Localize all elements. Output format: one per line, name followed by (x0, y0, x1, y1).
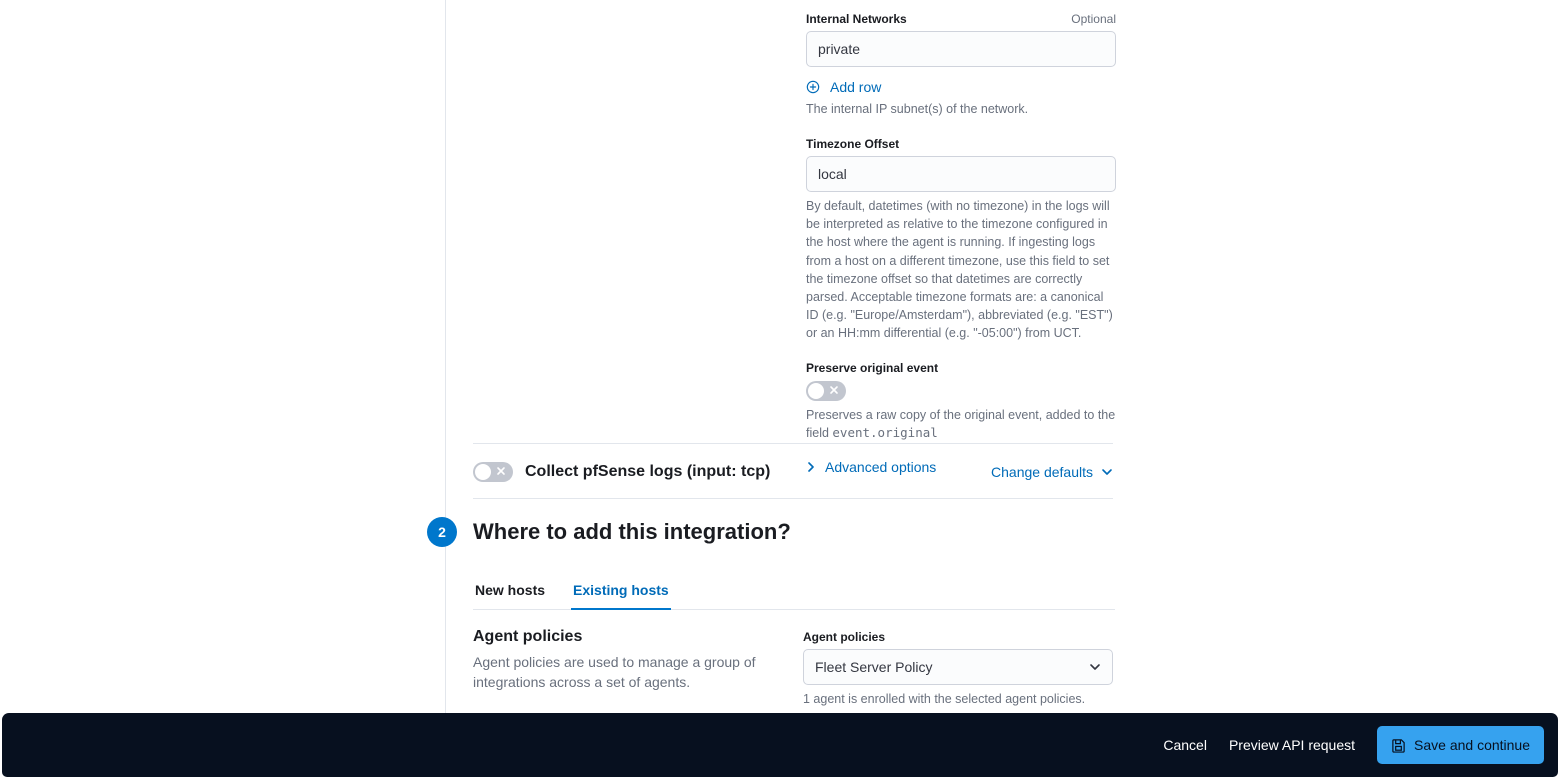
tcp-input-toggle[interactable] (473, 462, 513, 482)
preview-api-button[interactable]: Preview API request (1229, 737, 1355, 753)
preserve-event-label: Preserve original event (806, 361, 938, 375)
agent-policies-value: Fleet Server Policy (815, 659, 932, 675)
optional-tag: Optional (1071, 12, 1116, 26)
agent-policies-select[interactable]: Fleet Server Policy (803, 649, 1113, 685)
footer-bar: Cancel Preview API request Save and cont… (2, 713, 1558, 777)
internal-networks-help: The internal IP subnet(s) of the network… (806, 100, 1116, 118)
tab-new-hosts[interactable]: New hosts (473, 572, 547, 609)
plus-circle-icon (806, 80, 820, 94)
chevron-down-icon (1101, 466, 1113, 478)
preserve-event-help: Preserves a raw copy of the original eve… (806, 406, 1116, 442)
agent-policies-help: 1 agent is enrolled with the selected ag… (803, 690, 1113, 708)
chevron-down-icon (1089, 661, 1101, 673)
step-badge-2: 2 (427, 517, 457, 547)
tcp-input-label: Collect pfSense logs (input: tcp) (525, 463, 770, 481)
change-defaults-button[interactable]: Change defaults (991, 464, 1113, 480)
save-continue-button[interactable]: Save and continue (1377, 726, 1544, 764)
close-icon (828, 384, 840, 396)
agent-policies-heading: Agent policies (473, 628, 763, 646)
preserve-help-code: event.original (832, 425, 937, 440)
internal-networks-label: Internal Networks (806, 12, 907, 26)
add-row-label: Add row (830, 79, 881, 95)
change-defaults-label: Change defaults (991, 464, 1093, 480)
cancel-button[interactable]: Cancel (1163, 737, 1207, 753)
agent-policies-desc: Agent policies are used to manage a grou… (473, 652, 763, 693)
timezone-offset-help: By default, datetimes (with no timezone)… (806, 197, 1116, 342)
timezone-offset-label: Timezone Offset (806, 137, 899, 151)
tab-existing-hosts[interactable]: Existing hosts (571, 572, 671, 610)
save-continue-label: Save and continue (1414, 737, 1530, 753)
add-row-button[interactable]: Add row (806, 79, 1116, 95)
timezone-offset-input[interactable] (806, 156, 1116, 192)
section-title: Where to add this integration? (473, 519, 791, 545)
internal-networks-input[interactable] (806, 31, 1116, 67)
save-icon (1391, 738, 1406, 753)
host-tabs: New hosts Existing hosts (473, 572, 1115, 610)
agent-policies-label: Agent policies (803, 630, 885, 644)
preserve-event-toggle[interactable] (806, 381, 846, 401)
close-icon (495, 465, 507, 477)
